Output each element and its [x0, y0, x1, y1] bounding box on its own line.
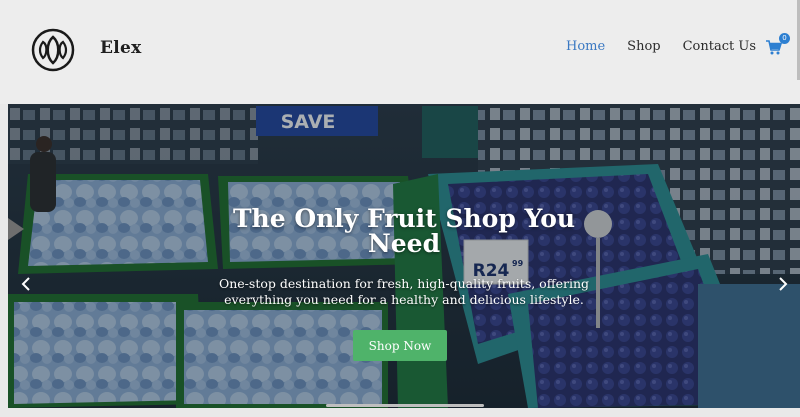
site-header: Elex Home Shop Contact Us 0: [0, 0, 800, 104]
brand-name[interactable]: Elex: [100, 38, 142, 58]
nav-home-link[interactable]: Home: [566, 39, 605, 54]
chevron-left-icon[interactable]: [19, 276, 33, 292]
page-bottom-strip: [0, 408, 800, 417]
cart-count-badge: 0: [779, 33, 790, 44]
brand-logo-icon[interactable]: [31, 28, 75, 72]
hero-title: The Only Fruit Shop You Need: [232, 204, 576, 258]
horizontal-scrollbar[interactable]: [326, 404, 484, 407]
chevron-right-icon[interactable]: [776, 276, 790, 292]
hero-subtitle: One-stop destination for fresh, high-qua…: [218, 276, 590, 307]
nav-contact-link[interactable]: Contact Us: [683, 39, 756, 54]
hero-carousel: SAVE R24 99 The Only Fruit Shop You Need…: [8, 104, 800, 408]
main-nav: Home Shop Contact Us: [544, 39, 756, 54]
shop-now-button[interactable]: Shop Now: [353, 330, 447, 361]
nav-shop-link[interactable]: Shop: [627, 39, 660, 54]
